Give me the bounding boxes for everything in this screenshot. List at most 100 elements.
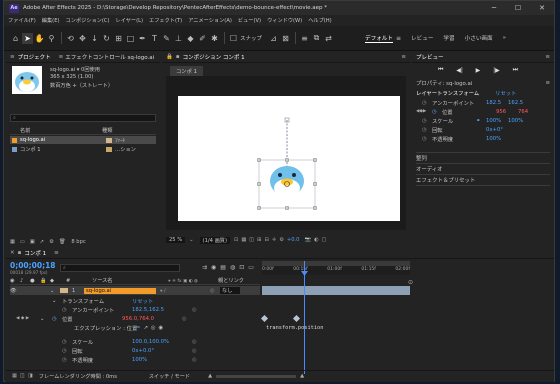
position-property-row[interactable]: ◀ ◆ ▶ ⌄ ◷ 位置 956.0,764.0 ◎ [16,314,187,323]
workspace-learn[interactable]: 学習 [443,34,454,42]
stopwatch-icon[interactable]: ◷ [62,357,72,363]
layer-duration-bar[interactable] [262,286,410,295]
keyframe-navigator-icon[interactable]: ◀ ◆ ▶ [16,316,40,321]
stopwatch-icon[interactable]: ◷ [432,109,442,115]
fast-preview-icon[interactable]: ⊡ [234,237,238,243]
expand-arrow-icon[interactable]: ⌄ [40,316,52,322]
type-tool-icon[interactable]: T [149,33,160,44]
minimize-button[interactable]: ─ [482,1,506,15]
tab-preview[interactable]: プレビュー [416,53,444,61]
project-search-input[interactable]: ⌕ [10,114,156,122]
column-name[interactable]: 名前 [20,127,102,134]
pick-whip-icon[interactable]: ◎ [192,348,197,354]
zoom-tool-icon[interactable]: ⚲ [46,33,57,44]
transform-reset-link[interactable]: リセット [132,297,153,305]
hand-tool-icon[interactable]: ✋ [34,33,45,44]
tab-composition[interactable]: コンポジション コンポ 1 [183,53,245,61]
snap-options-icon[interactable]: ⊿ [268,33,279,44]
mask-visibility-icon[interactable]: ◫ [249,237,254,243]
shy-layers-icon[interactable]: ◉ [211,264,216,271]
column-parent-link[interactable]: 親とリンク [218,277,244,284]
position-keyframe[interactable] [292,314,301,323]
list-item[interactable]: sq-logo.ai ﾌｧｰﾄ [10,136,156,144]
stopwatch-icon[interactable]: ◷ [422,100,432,106]
expand-arrow-icon[interactable]: ⌄ [50,288,60,294]
expand-arrow-icon[interactable]: ⌄ [52,298,62,304]
opacity-property-value[interactable]: 100% [132,357,192,363]
stopwatch-icon[interactable]: ◷ [62,339,72,345]
stopwatch-icon[interactable]: ◷ [422,118,432,124]
prop-anchor-x[interactable]: 182.5 [486,100,508,106]
label-color-swatch[interactable] [106,146,112,152]
tab-project[interactable]: プロジェクト [18,53,51,61]
solo-switch-icon[interactable]: ● [30,278,40,284]
stopwatch-icon[interactable]: ◷ [62,348,72,354]
time-ruler[interactable]: 0:00f 00:15f 01:00f 01:15f 02:00f [262,261,410,275]
project-settings-icon[interactable]: ⚙ [49,239,54,245]
close-button[interactable]: ✕ [530,1,554,15]
parent-dropdown[interactable]: なし [220,287,241,294]
rotation-property-value[interactable]: 0x+0.0° [132,348,192,354]
comp-sub-tab[interactable]: コンポ 1 [170,66,203,76]
eye-icon[interactable]: 👁 [10,288,20,294]
prop-opacity-value[interactable]: 100% [486,136,501,142]
stopwatch-icon[interactable]: ◷ [422,127,432,133]
anchor-property-row[interactable]: ◷ アンカーポイント 182.5,162.5 ◎ [62,305,197,314]
menu-window[interactable]: ウィンドウ(W) [267,17,302,24]
bit-depth-toggle[interactable]: 8 bpc [71,239,85,245]
last-frame-icon[interactable]: ⏭ [513,66,518,74]
audio-switch-icon[interactable]: ♪ [20,278,30,284]
toggle-switches-modes[interactable]: スイッチ / モード [149,373,190,380]
video-switch-icon[interactable]: ◉ [10,278,20,284]
menu-composition[interactable]: コンポジション(C) [66,17,110,24]
current-timecode[interactable]: 0;00;00;18 [10,261,56,270]
pick-whip-icon[interactable]: ◎ [192,357,197,363]
eraser-tool-icon[interactable]: ◆ [185,33,196,44]
layer-label-color[interactable] [60,288,68,293]
render-queue-icon[interactable]: ➚ [40,239,44,245]
anchor-property-value[interactable]: 182.5,162.5 [132,307,192,313]
lock-icon[interactable]: 🔒 [166,54,173,60]
prop-position-y[interactable]: 764 [518,109,528,115]
snapshot-icon[interactable]: 📷 [304,237,310,243]
workspace-small-screen[interactable]: 小さい画面 [465,34,493,42]
rotation-property-row[interactable]: ◷ 回転 0x+0.0° ◎ [62,346,197,355]
interpret-footage-icon[interactable]: ▦ [10,239,15,245]
roto-brush-icon[interactable]: ✐ [197,33,208,44]
column-type[interactable]: 種類 [102,127,112,134]
rotation-tool-icon[interactable]: ↻ [101,33,112,44]
menu-help[interactable]: ヘルプ(H) [308,17,332,24]
prop-anchor-y[interactable]: 162.5 [508,100,523,106]
prop-scale-y[interactable]: 100% [508,118,523,124]
prop-position-x[interactable]: 956 [496,109,518,115]
resolution-dropdown[interactable]: (1/4 画質) [199,236,230,244]
layer-row[interactable]: 👁 ⌄ 1 sq-logo.ai ⚹ / ◎ なし [10,286,260,295]
pick-whip-icon[interactable]: ◎ [210,288,220,294]
work-area-bar[interactable] [262,261,410,266]
workspace-more-button[interactable]: » [503,35,506,41]
dolly-camera-icon[interactable]: ↓ [89,33,100,44]
comp-flowchart-icon[interactable]: ⇉ [202,264,207,271]
current-time-indicator[interactable] [304,261,305,374]
pick-whip-icon[interactable]: ◎ [192,339,197,345]
expression-row[interactable]: エクスプレッション : 位置 = ↗ ◎ ◉ [74,323,163,332]
tab-timeline-comp[interactable]: コンポ 1 [24,249,46,257]
expression-pick-whip-icon[interactable]: ◎ [151,325,156,331]
pick-whip-icon[interactable]: ◎ [192,307,197,313]
region-of-interest-icon[interactable]: ⊞ [257,237,261,243]
expression-language-menu-icon[interactable]: ◉ [159,325,164,331]
tab-effect-controls[interactable]: エフェクトコントロール sq-logo.ai [65,53,154,61]
timeline-zoom-slider[interactable] [216,374,297,378]
new-composition-icon[interactable]: ▣ [30,239,35,245]
menu-file[interactable]: ファイル(F) [8,17,36,24]
audio-panel-header[interactable]: オーディオ [416,163,550,173]
next-frame-icon[interactable]: |▶ [493,67,500,74]
maximize-button[interactable]: ☐ [506,1,530,15]
home-icon[interactable]: ⌂ [10,33,21,44]
transform-reset-link[interactable]: リセット [495,89,516,97]
effects-presets-panel-header[interactable]: エフェクト＆プリセット [416,174,550,184]
clone-stamp-icon[interactable]: ⊥ [173,33,184,44]
stopwatch-icon[interactable]: ◷ [52,316,62,322]
pan-behind-icon[interactable]: ⊞ [113,33,124,44]
align-icon[interactable]: ≡ [299,33,310,44]
